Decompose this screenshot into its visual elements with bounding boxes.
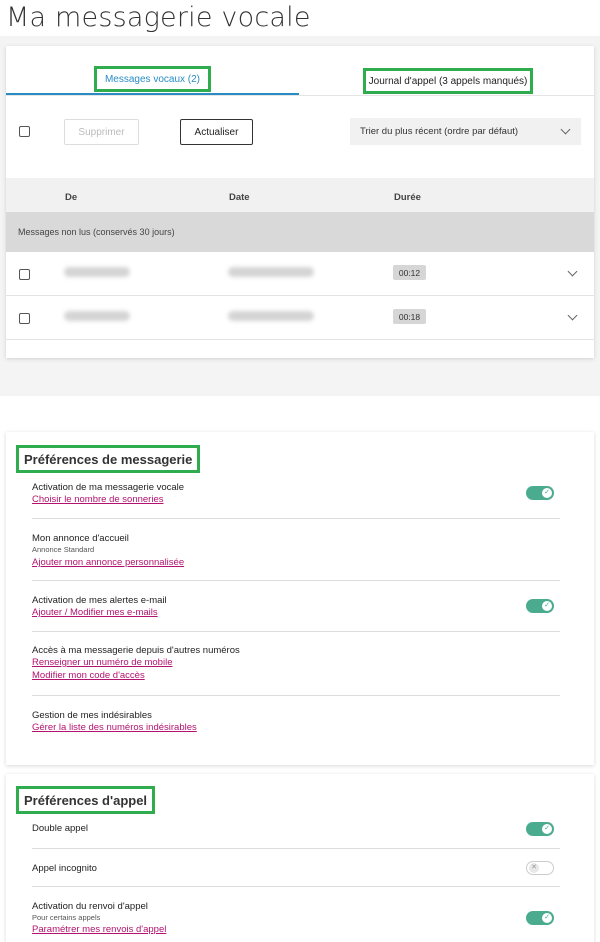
mobile-number-link[interactable]: Renseigner un numéro de mobile xyxy=(32,657,172,668)
check-icon: ✓ xyxy=(542,824,552,834)
table-row[interactable]: 00:12 xyxy=(6,252,594,296)
call-forwarding-toggle[interactable]: ✓ xyxy=(526,911,554,925)
pref-email-alerts: Activation de mes alertes e-mail Ajouter… xyxy=(32,581,560,632)
pref-greeting: Mon annonce d'accueil Annonce Standard A… xyxy=(32,519,560,581)
page-title: Ma messagerie vocale xyxy=(6,2,311,33)
call-waiting-toggle[interactable]: ✓ xyxy=(526,822,554,836)
messaging-preferences-title: Préférences de messagerie xyxy=(16,445,201,473)
unread-group-label: Messages non lus (conservés 30 jours) xyxy=(18,227,175,237)
duration-badge: 00:18 xyxy=(393,309,426,324)
messaging-preferences-card: Préférences de messagerie Activation de … xyxy=(6,432,594,765)
column-date: Date xyxy=(229,192,250,203)
row-checkbox[interactable] xyxy=(19,269,30,280)
caller-number-redacted xyxy=(64,311,130,321)
blocked-numbers-link[interactable]: Gérer la liste des numéros indésirables xyxy=(32,722,197,733)
caller-number-redacted xyxy=(64,267,130,277)
date-redacted xyxy=(228,311,314,321)
pref-label: Mon annonce d'accueil xyxy=(32,533,129,544)
column-from: De xyxy=(65,192,78,203)
pref-sub: Pour certains appels xyxy=(32,913,101,922)
tab-voice-messages[interactable]: Messages vocaux (2) xyxy=(94,66,211,92)
call-forwarding-link[interactable]: Paramétrer mes renvois d'appel xyxy=(32,924,166,935)
duration-badge: 00:12 xyxy=(393,265,426,280)
pref-label: Accès à ma messagerie depuis d'autres nu… xyxy=(32,645,240,656)
voicemail-toggle[interactable]: ✓ xyxy=(526,486,554,500)
pref-label: Activation de ma messagerie vocale xyxy=(32,482,185,493)
tab-voice-messages-label: Messages vocaux (2) xyxy=(104,73,201,85)
tab-call-journal-label: Journal d'appel (3 appels manqués) xyxy=(368,75,528,87)
pref-label: Gestion de mes indésirables xyxy=(32,710,152,721)
date-redacted xyxy=(228,267,314,277)
sort-select-value: Trier du plus récent (ordre par défaut) xyxy=(360,126,519,137)
pref-label: Appel incognito xyxy=(32,863,97,874)
pref-sub: Annonce Standard xyxy=(32,545,95,554)
sort-select[interactable]: Trier du plus récent (ordre par défaut) xyxy=(350,118,581,145)
column-duration: Durée xyxy=(394,192,421,203)
pref-label: Double appel xyxy=(32,823,88,834)
check-icon: ✓ xyxy=(542,601,552,611)
refresh-button[interactable]: Actualiser xyxy=(180,119,253,145)
pref-voicemail-activation: Activation de ma messagerie vocale Chois… xyxy=(32,479,560,519)
pref-blocked-numbers: Gestion de mes indésirables Gérer la lis… xyxy=(32,696,560,746)
row-checkbox[interactable] xyxy=(19,313,30,324)
call-preferences-card: Préférences d'appel Double appel ✓ Appel… xyxy=(6,774,594,942)
select-all-checkbox[interactable] xyxy=(19,126,30,137)
unread-group-header: Messages non lus (conservés 30 jours) xyxy=(6,212,594,252)
tab-call-journal[interactable]: Journal d'appel (3 appels manqués) xyxy=(363,68,533,94)
tab-bar: Messages vocaux (2) Journal d'appel (3 a… xyxy=(6,46,594,96)
email-alerts-link[interactable]: Ajouter / Modifier mes e-mails xyxy=(32,607,158,618)
pref-call-forwarding: Activation du renvoi d'appel Pour certai… xyxy=(32,887,560,937)
chevron-down-icon[interactable] xyxy=(567,266,578,277)
custom-greeting-link[interactable]: Ajouter mon annonce personnalisée xyxy=(32,557,184,568)
call-preferences-title: Préférences d'appel xyxy=(16,786,156,814)
check-icon: ✓ xyxy=(542,913,552,923)
access-code-link[interactable]: Modifier mon code d'accès xyxy=(32,670,145,681)
active-tab-indicator xyxy=(6,93,299,95)
pref-incognito-call: Appel incognito ✕ xyxy=(32,849,560,887)
pref-remote-access: Accès à ma messagerie depuis d'autres nu… xyxy=(32,632,560,696)
table-row[interactable]: 00:18 xyxy=(6,296,594,340)
chevron-down-icon[interactable] xyxy=(567,310,578,321)
delete-button[interactable]: Supprimer xyxy=(64,119,139,145)
chevron-down-icon xyxy=(560,124,571,135)
check-icon: ✓ xyxy=(542,488,552,498)
pref-label: Activation du renvoi d'appel xyxy=(32,901,148,912)
close-icon: ✕ xyxy=(529,863,539,873)
pref-label: Activation de mes alertes e-mail xyxy=(32,595,167,606)
pref-call-waiting: Double appel ✓ xyxy=(32,814,560,849)
messages-card: Messages vocaux (2) Journal d'appel (3 a… xyxy=(6,46,594,358)
ring-count-link[interactable]: Choisir le nombre de sonneries xyxy=(32,494,163,505)
email-alerts-toggle[interactable]: ✓ xyxy=(526,599,554,613)
incognito-toggle[interactable]: ✕ xyxy=(526,861,554,875)
